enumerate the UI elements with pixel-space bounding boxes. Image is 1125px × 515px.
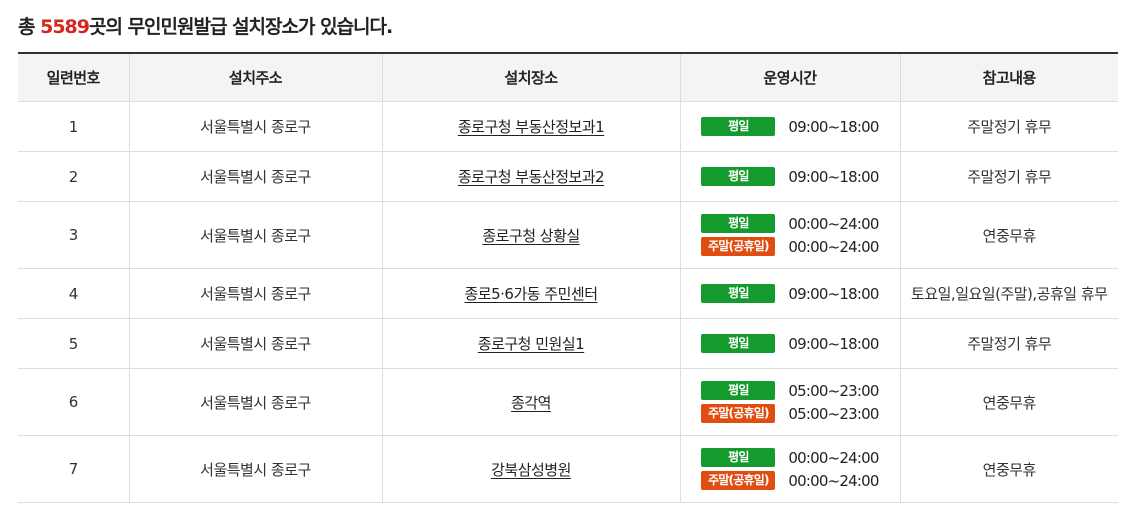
place-cell: 종로구청 부동산정보과2 — [381, 151, 680, 202]
result-count: 5589 — [40, 16, 90, 38]
header-serial-number: 일련번호 — [18, 53, 129, 102]
place-link[interactable]: 종로구청 상황실 — [482, 227, 580, 245]
place-link[interactable]: 종로구청 부동산정보과1 — [458, 118, 605, 136]
note: 연중무휴 — [899, 435, 1118, 503]
address: 서울특별시 종로구 — [128, 435, 382, 503]
weekday-hours: 09:00~18:00 — [788, 334, 879, 353]
kiosk-location-table: 일련번호 설치주소 설치장소 운영시간 참고내용 1 서울특별시 종로구 종로구… — [18, 52, 1118, 503]
place-cell: 종각역 — [381, 368, 680, 436]
header-note: 참고내용 — [899, 53, 1118, 102]
place-link[interactable]: 종각역 — [511, 394, 551, 412]
place-link[interactable]: 종로구청 민원실1 — [478, 335, 585, 353]
weekday-badge: 평일 — [701, 381, 776, 400]
weekday-badge: 평일 — [701, 167, 776, 186]
place-link[interactable]: 종로구청 부동산정보과2 — [458, 168, 605, 186]
note: 연중무휴 — [899, 201, 1118, 269]
summary-suffix: 곳의 무인민원발급 설치장소가 있습니다. — [89, 16, 393, 38]
address: 서울특별시 종로구 — [128, 101, 382, 152]
header-hours: 운영시간 — [679, 53, 900, 102]
note: 연중무휴 — [899, 368, 1118, 436]
weekend-badge: 주말(공휴일) — [701, 471, 776, 490]
table-row: 4 서울특별시 종로구 종로5·6가동 주민센터 평일 09:00~18:00 토… — [18, 268, 1118, 319]
address: 서울특별시 종로구 — [128, 368, 382, 436]
address: 서울특별시 종로구 — [128, 201, 382, 269]
serial-number: 1 — [18, 101, 129, 152]
hours-cell: 평일 00:00~24:00 주말(공휴일) 00:00~24:00 — [679, 201, 900, 269]
serial-number: 6 — [18, 368, 129, 436]
weekday-badge: 평일 — [701, 334, 776, 353]
weekend-hours: 00:00~24:00 — [788, 237, 879, 256]
weekday-badge: 평일 — [701, 117, 776, 136]
place-cell: 종로구청 부동산정보과1 — [381, 101, 680, 152]
hours-cell: 평일 00:00~24:00 주말(공휴일) 00:00~24:00 — [679, 435, 900, 503]
weekend-badge: 주말(공휴일) — [701, 404, 776, 423]
weekday-badge: 평일 — [701, 284, 776, 303]
weekday-hours: 09:00~18:00 — [788, 167, 879, 186]
hours-cell: 평일 09:00~18:00 — [679, 151, 900, 202]
serial-number: 3 — [18, 201, 129, 269]
note: 토요일,일요일(주말),공휴일 휴무 — [899, 268, 1118, 319]
hours-cell: 평일 09:00~18:00 — [679, 318, 900, 369]
serial-number: 4 — [18, 268, 129, 319]
weekday-hours: 05:00~23:00 — [788, 381, 879, 400]
place-link[interactable]: 종로5·6가동 주민센터 — [464, 285, 598, 303]
table-row: 2 서울특별시 종로구 종로구청 부동산정보과2 평일 09:00~18:00 주… — [18, 151, 1118, 202]
hours-cell: 평일 09:00~18:00 — [679, 268, 900, 319]
table-row: 5 서울특별시 종로구 종로구청 민원실1 평일 09:00~18:00 주말정기… — [18, 318, 1118, 369]
table-row: 1 서울특별시 종로구 종로구청 부동산정보과1 평일 09:00~18:00 주… — [18, 101, 1118, 152]
address: 서울특별시 종로구 — [128, 318, 382, 369]
result-summary: 총 5589곳의 무인민원발급 설치장소가 있습니다. — [18, 12, 393, 42]
serial-number: 2 — [18, 151, 129, 202]
weekday-hours: 09:00~18:00 — [788, 284, 879, 303]
place-cell: 종로구청 민원실1 — [381, 318, 680, 369]
table-row: 3 서울특별시 종로구 종로구청 상황실 평일 00:00~24:00 주말(공휴… — [18, 201, 1118, 269]
weekday-badge: 평일 — [701, 214, 776, 233]
hours-cell: 평일 09:00~18:00 — [679, 101, 900, 152]
weekday-hours: 00:00~24:00 — [788, 448, 879, 467]
address: 서울특별시 종로구 — [128, 268, 382, 319]
serial-number: 5 — [18, 318, 129, 369]
note: 주말정기 휴무 — [899, 318, 1118, 369]
weekday-badge: 평일 — [701, 448, 776, 467]
place-cell: 종로5·6가동 주민센터 — [381, 268, 680, 319]
place-cell: 강북삼성병원 — [381, 435, 680, 503]
weekend-hours: 00:00~24:00 — [788, 471, 879, 490]
table-row: 6 서울특별시 종로구 종각역 평일 05:00~23:00 주말(공휴일) 05:… — [18, 368, 1118, 436]
header-place: 설치장소 — [381, 53, 680, 102]
table-row: 7 서울특별시 종로구 강북삼성병원 평일 00:00~24:00 주말(공휴일)… — [18, 435, 1118, 503]
table-header-row: 일련번호 설치주소 설치장소 운영시간 참고내용 — [18, 53, 1118, 102]
weekend-badge: 주말(공휴일) — [701, 237, 776, 256]
hours-cell: 평일 05:00~23:00 주말(공휴일) 05:00~23:00 — [679, 368, 900, 436]
weekend-hours: 05:00~23:00 — [788, 404, 879, 423]
note: 주말정기 휴무 — [899, 151, 1118, 202]
header-address: 설치주소 — [128, 53, 382, 102]
place-cell: 종로구청 상황실 — [381, 201, 680, 269]
weekday-hours: 00:00~24:00 — [788, 214, 879, 233]
address: 서울특별시 종로구 — [128, 151, 382, 202]
serial-number: 7 — [18, 435, 129, 503]
weekday-hours: 09:00~18:00 — [788, 117, 879, 136]
summary-prefix: 총 — [18, 16, 41, 38]
place-link[interactable]: 강북삼성병원 — [491, 461, 571, 479]
note: 주말정기 휴무 — [899, 101, 1118, 152]
